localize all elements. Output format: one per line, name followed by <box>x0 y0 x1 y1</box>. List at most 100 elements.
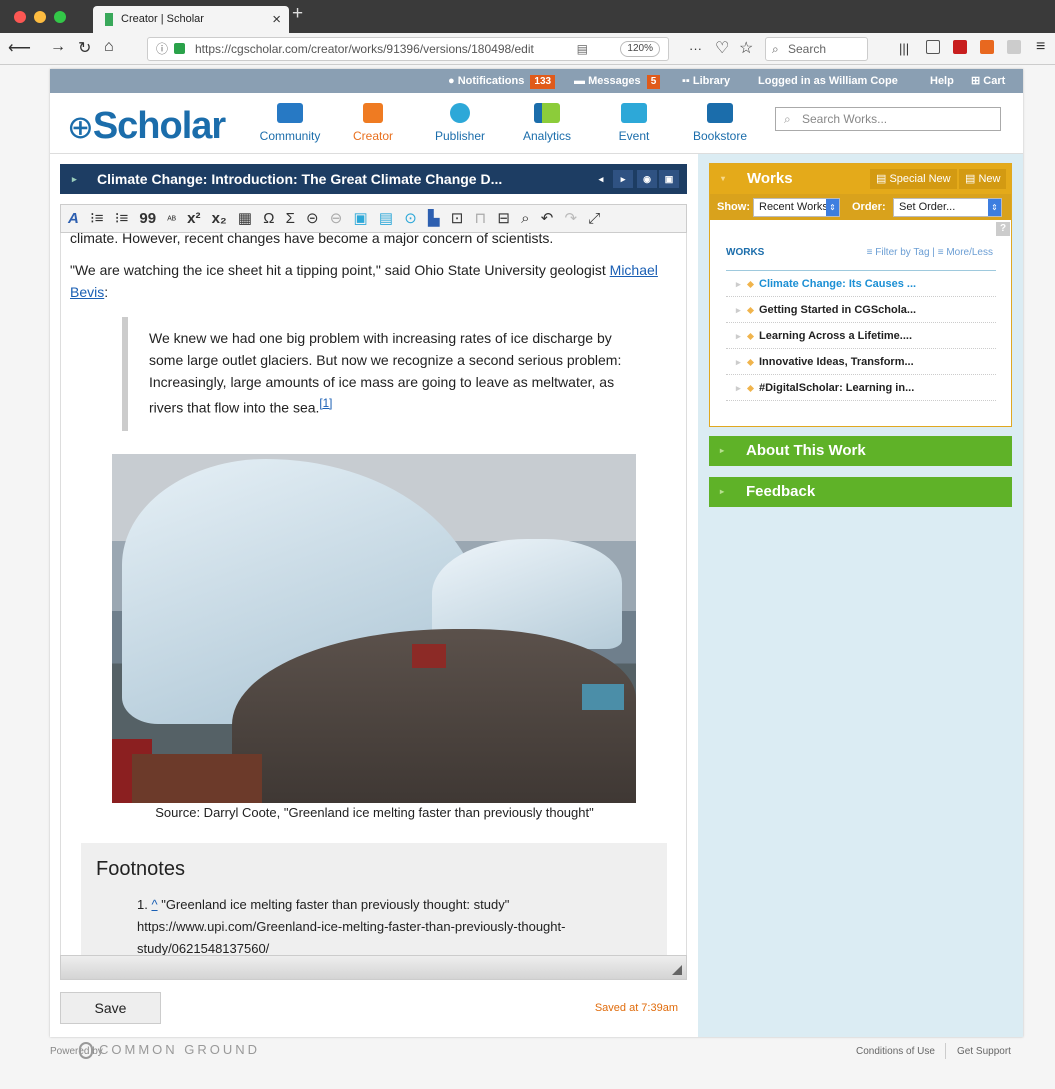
pdf-extension-icon[interactable] <box>953 40 967 54</box>
print-icon[interactable]: ▣ <box>659 170 679 188</box>
address-bar[interactable]: ⓘ https://cgscholar.com/creator/works/91… <box>147 37 669 61</box>
nav-event[interactable]: Event <box>594 103 674 143</box>
equation-icon[interactable]: Σ <box>286 210 295 227</box>
work-item[interactable]: Getting Started in CGSchola... <box>726 297 996 323</box>
extension-icon[interactable] <box>1007 40 1021 54</box>
about-this-work-panel[interactable]: ▸ About This Work <box>709 436 1012 466</box>
house-shape <box>132 754 262 803</box>
page-actions-icon[interactable]: ··· <box>689 41 702 56</box>
editor-content[interactable]: climate. However, recent changes have be… <box>60 233 687 955</box>
next-icon[interactable]: ▸ <box>613 170 633 188</box>
bookmark-star-icon[interactable]: ☆ <box>739 38 753 58</box>
copy-icon[interactable]: ⊓ <box>474 210 486 227</box>
save-status: Saved at 7:39am <box>594 1002 678 1014</box>
back-icon[interactable]: ⟵ <box>8 38 31 58</box>
close-tab-icon[interactable]: × <box>272 6 281 33</box>
community-icon <box>277 103 303 123</box>
insert-file-icon[interactable]: ▙ <box>428 210 440 227</box>
menu-icon[interactable]: ≡ <box>1036 38 1045 56</box>
expand-icon[interactable]: ▸ <box>72 164 77 194</box>
help-icon[interactable]: ? <box>996 222 1010 236</box>
work-item[interactable]: Climate Change: Its Causes ... <box>726 271 996 297</box>
save-button[interactable]: Save <box>60 992 161 1024</box>
footnote-back-link[interactable]: ^ <box>151 897 157 912</box>
forward-icon[interactable]: → <box>50 38 66 56</box>
new-work-button[interactable]: ▤ New <box>959 169 1007 189</box>
works-options: Show: Recent Works ⇕ Order: Set Order... ⇕ <box>710 194 1011 220</box>
support-link[interactable]: Get Support <box>957 1046 1011 1057</box>
link-icon[interactable]: ⊝ <box>306 210 319 227</box>
prev-icon[interactable]: ◂ <box>591 170 611 188</box>
messages-link[interactable]: ▬ Messages 5 <box>574 69 661 93</box>
collapse-icon[interactable]: ▾ <box>721 164 725 194</box>
notifications-link[interactable]: ● Notifications 133 <box>448 69 556 93</box>
bookstore-icon <box>707 103 733 123</box>
table-icon[interactable]: ▦ <box>238 210 252 227</box>
resize-handle-icon[interactable] <box>672 965 682 975</box>
search-icon: ⌕ <box>784 112 791 126</box>
small-caps-icon[interactable]: ᴬᴮ <box>167 215 176 226</box>
scholar-page: ● Notifications 133 ▬ Messages 5 ▪▪ Libr… <box>50 69 1023 1037</box>
conditions-link[interactable]: Conditions of Use <box>856 1046 935 1057</box>
format-icon[interactable]: A <box>68 210 79 227</box>
work-item[interactable]: Learning Across a Lifetime.... <box>726 323 996 349</box>
blockquote: We knew we had one big problem with incr… <box>122 317 642 431</box>
common-ground-logo[interactable]: COMMON GROUND <box>79 1042 260 1060</box>
special-character-icon[interactable]: Ω <box>263 210 274 227</box>
numbered-list-icon[interactable]: ⁝≡ <box>90 210 104 227</box>
fullscreen-icon[interactable]: ⤢ <box>588 210 600 227</box>
embed-icon[interactable]: ⊡ <box>451 210 464 227</box>
close-window-icon[interactable] <box>14 11 26 23</box>
nav-publisher[interactable]: Publisher <box>420 103 500 143</box>
paste-icon[interactable]: ⊟ <box>497 210 510 227</box>
zoom-level[interactable]: 120% <box>620 41 660 57</box>
search-works-input[interactable]: ⌕ Search Works... <box>775 107 1001 131</box>
browser-search-input[interactable]: ⌕ Search <box>765 37 868 61</box>
superscript-icon[interactable]: x² <box>187 210 200 227</box>
find-icon[interactable]: ⌕ <box>521 210 529 227</box>
preview-icon[interactable]: ◉ <box>637 170 657 188</box>
image-caption: Source: Darryl Coote, "Greenland ice mel… <box>155 805 594 820</box>
browser-tab[interactable]: Creator | Scholar × <box>93 6 289 33</box>
user-menu[interactable]: Logged in as William Cope <box>758 69 898 93</box>
scholar-logo[interactable]: ⊕Scholar <box>67 105 226 148</box>
insert-video-icon[interactable]: ▤ <box>379 210 393 227</box>
sidebar-icon[interactable] <box>926 40 940 54</box>
footnote-ref-link[interactable]: [1] <box>319 397 332 410</box>
nav-analytics[interactable]: Analytics <box>507 103 587 143</box>
undo-icon[interactable]: ↶ <box>541 210 554 227</box>
filter-by-tag-link[interactable]: ≡ Filter by Tag <box>867 247 930 258</box>
work-item[interactable]: Innovative Ideas, Transform... <box>726 349 996 375</box>
iceberg-photo[interactable] <box>112 454 636 803</box>
blockquote-icon[interactable]: 99 <box>139 210 156 227</box>
help-link[interactable]: Help <box>930 69 954 93</box>
order-select[interactable]: Set Order... ⇕ <box>893 198 1002 217</box>
special-new-button[interactable]: ▤ Special New <box>870 169 957 189</box>
work-item[interactable]: #DigitalScholar: Learning in... <box>726 375 996 401</box>
new-tab-button[interactable]: + <box>292 3 303 25</box>
pocket-icon[interactable]: ♡ <box>715 38 729 58</box>
minimize-window-icon[interactable] <box>34 11 46 23</box>
home-icon[interactable]: ⌂ <box>104 38 114 56</box>
library-link[interactable]: ▪▪ Library <box>682 69 730 93</box>
bullet-list-icon[interactable]: ⁝≡ <box>115 210 129 227</box>
nav-bookstore[interactable]: Bookstore <box>680 103 760 143</box>
redo-icon[interactable]: ↷ <box>564 210 577 227</box>
more-less-link[interactable]: ≡ More/Less <box>938 247 993 258</box>
reader-view-icon[interactable]: ▤ <box>577 38 588 60</box>
reload-icon[interactable]: ↻ <box>78 38 91 58</box>
show-select[interactable]: Recent Works ⇕ <box>753 198 840 217</box>
maximize-window-icon[interactable] <box>54 11 66 23</box>
subscript-icon[interactable]: x₂ <box>212 210 227 227</box>
nav-creator[interactable]: Creator <box>333 103 413 143</box>
unlink-icon[interactable]: ⊖ <box>330 210 343 227</box>
library-icon[interactable]: ||| <box>899 41 909 56</box>
insert-image-icon[interactable]: ▣ <box>354 210 368 227</box>
cart-link[interactable]: ⊞ Cart <box>971 69 1005 93</box>
sc-extension-icon[interactable] <box>980 40 994 54</box>
info-icon[interactable]: ⓘ <box>156 38 168 60</box>
expand-icon: ▸ <box>720 446 725 455</box>
feedback-panel[interactable]: ▸ Feedback <box>709 477 1012 507</box>
insert-media-icon[interactable]: ⊙ <box>404 210 417 227</box>
nav-community[interactable]: Community <box>250 103 330 143</box>
